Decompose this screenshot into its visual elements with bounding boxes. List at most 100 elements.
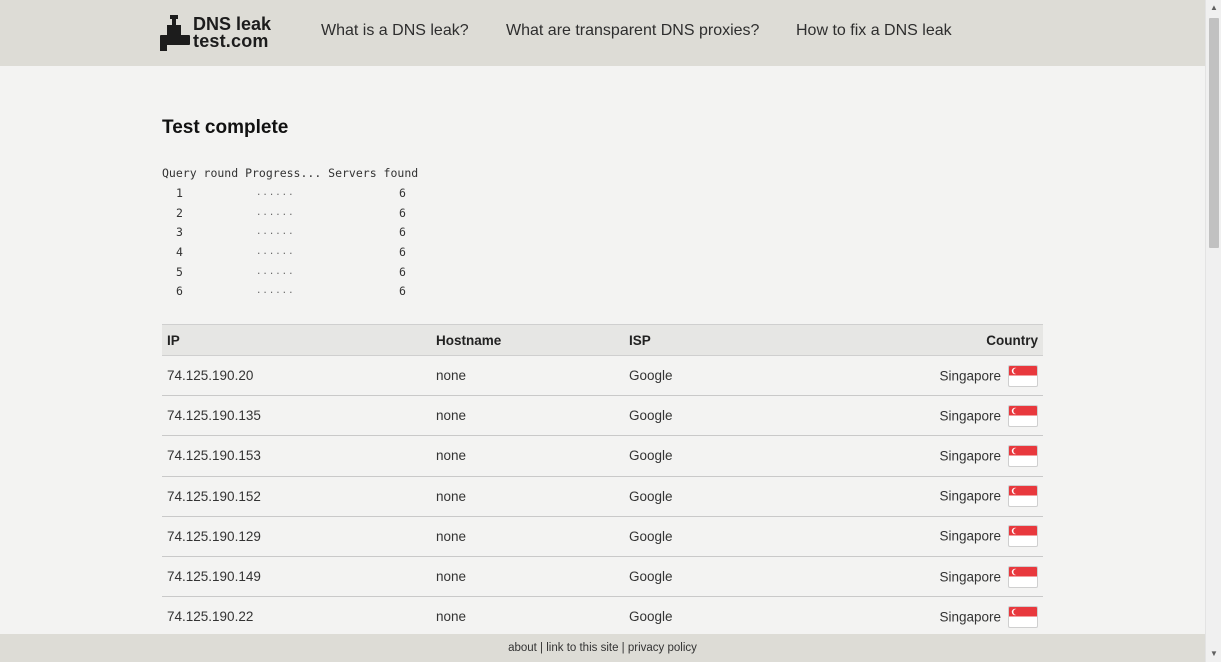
table-row: 74.125.190.22 none Google Singapore — [162, 597, 1043, 637]
query-round-number: 5 — [176, 264, 183, 279]
query-progress-dots: ...... — [256, 266, 295, 277]
query-round-number: 6 — [176, 284, 183, 299]
table-row: 74.125.190.129 none Google Singapore — [162, 516, 1043, 557]
singapore-flag-icon — [1008, 605, 1038, 628]
page-title: Test complete — [162, 117, 289, 138]
query-round-number: 2 — [176, 205, 183, 220]
isp-cell: Google — [629, 488, 673, 504]
query-servers-found: 6 — [399, 186, 406, 200]
singapore-flag-icon — [1008, 444, 1038, 467]
vertical-scrollbar[interactable]: ▲ ▼ — [1205, 0, 1221, 662]
query-round-row: 6 ...... 6 — [162, 284, 418, 304]
ip-cell: 74.125.190.152 — [167, 488, 261, 504]
country-name: Singapore — [939, 448, 1001, 464]
hostname-cell: none — [436, 569, 467, 585]
country-cell: Singapore — [906, 476, 1043, 516]
isp-cell: Google — [629, 368, 673, 384]
dns-servers-table: IP Hostname ISP Country 74.125.190.20 no… — [162, 324, 1043, 637]
column-header-isp: ISP — [624, 324, 906, 356]
ip-cell: 74.125.190.20 — [167, 368, 254, 384]
hostname-cell: none — [436, 448, 467, 464]
query-progress-dots: ...... — [256, 247, 295, 258]
query-progress-dots: ...... — [256, 188, 295, 198]
ip-cell: 74.125.190.149 — [167, 569, 261, 585]
query-progress-dots: ...... — [256, 227, 295, 238]
country-cell: Singapore — [906, 597, 1043, 637]
footer-privacy-link[interactable]: privacy policy — [628, 642, 697, 654]
country-cell: Singapore — [906, 396, 1043, 436]
country-name: Singapore — [939, 368, 1001, 384]
query-progress-dots: ...... — [256, 286, 295, 297]
query-round-number: 1 — [176, 186, 183, 200]
hostname-cell: none — [436, 368, 467, 384]
site-logo[interactable]: DNS leak test.com — [157, 12, 287, 54]
footer-link-to-site[interactable]: link to this site — [546, 642, 618, 654]
isp-cell: Google — [629, 609, 673, 625]
column-header-hostname: Hostname — [431, 324, 624, 356]
query-servers-found: 6 — [399, 205, 406, 220]
query-servers-found: 6 — [399, 245, 406, 260]
query-round-number: 4 — [176, 245, 183, 260]
ip-cell: 74.125.190.135 — [167, 408, 261, 424]
singapore-flag-icon — [1008, 364, 1038, 387]
footer-separator: | — [618, 642, 628, 654]
scroll-down-arrow-icon[interactable]: ▼ — [1206, 646, 1221, 662]
scroll-up-arrow-icon[interactable]: ▲ — [1206, 0, 1221, 16]
country-name: Singapore — [939, 569, 1001, 585]
nav-what-is-dns-leak[interactable]: What is a DNS leak? — [321, 22, 469, 40]
country-name: Singapore — [939, 609, 1001, 625]
logo-text: DNS leak test.com — [193, 15, 271, 51]
query-servers-found: 6 — [399, 284, 406, 299]
nav-how-to-fix[interactable]: How to fix a DNS leak — [796, 22, 952, 40]
query-header: Query round Progress... Servers found — [162, 166, 419, 180]
singapore-flag-icon — [1008, 485, 1038, 508]
scroll-thumb[interactable] — [1209, 18, 1219, 248]
query-round-row: 5 ...... 6 — [162, 265, 418, 285]
country-name: Singapore — [939, 408, 1001, 424]
isp-cell: Google — [629, 408, 673, 424]
country-cell: Singapore — [906, 556, 1043, 596]
table-row: 74.125.190.152 none Google Singapore — [162, 476, 1043, 517]
query-round-number: 3 — [176, 225, 183, 240]
query-progress-block: Query round Progress... Servers found 1 … — [162, 166, 418, 304]
table-header-row: IP Hostname ISP Country — [162, 324, 1043, 356]
hostname-cell: none — [436, 488, 467, 504]
isp-cell: Google — [629, 448, 673, 464]
ip-cell: 74.125.190.129 — [167, 528, 261, 544]
query-round-row: 4 ...... 6 — [162, 245, 418, 265]
hostname-cell: none — [436, 609, 467, 625]
top-navigation-bar: DNS leak test.com What is a DNS leak? Wh… — [0, 0, 1205, 66]
singapore-flag-icon — [1008, 565, 1038, 588]
logo-line-2: test.com — [193, 31, 269, 51]
faucet-icon — [160, 15, 190, 51]
table-row: 74.125.190.135 none Google Singapore — [162, 396, 1043, 436]
nav-transparent-dns-proxies[interactable]: What are transparent DNS proxies? — [506, 22, 759, 40]
query-servers-found: 6 — [399, 225, 406, 240]
singapore-flag-icon — [1008, 404, 1038, 427]
ip-cell: 74.125.190.153 — [167, 448, 261, 464]
ip-cell: 74.125.190.22 — [167, 609, 254, 625]
hostname-cell: none — [436, 408, 467, 424]
singapore-flag-icon — [1008, 525, 1038, 548]
country-name: Singapore — [939, 488, 1001, 504]
table-row: 74.125.190.20 none Google Singapore — [162, 356, 1043, 396]
footer-bar: about | link to this site | privacy poli… — [0, 634, 1205, 662]
query-progress-dots: ...... — [256, 207, 295, 218]
country-name: Singapore — [939, 528, 1001, 544]
isp-cell: Google — [629, 569, 673, 585]
isp-cell: Google — [629, 528, 673, 544]
query-round-row: 3 ...... 6 — [162, 225, 418, 245]
table-row: 74.125.190.153 none Google Singapore — [162, 436, 1043, 477]
footer-about-link[interactable]: about — [508, 642, 537, 654]
hostname-cell: none — [436, 528, 467, 544]
country-cell: Singapore — [906, 356, 1043, 396]
query-round-row: 2 ...... 6 — [162, 206, 418, 226]
query-servers-found: 6 — [399, 264, 406, 279]
country-cell: Singapore — [906, 516, 1043, 556]
table-row: 74.125.190.149 none Google Singapore — [162, 556, 1043, 597]
query-round-row: 1 ...... 6 — [162, 186, 418, 206]
column-header-country: Country — [906, 324, 1043, 356]
footer-separator: | — [536, 642, 547, 654]
column-header-ip: IP — [162, 324, 431, 356]
country-cell: Singapore — [906, 436, 1043, 476]
